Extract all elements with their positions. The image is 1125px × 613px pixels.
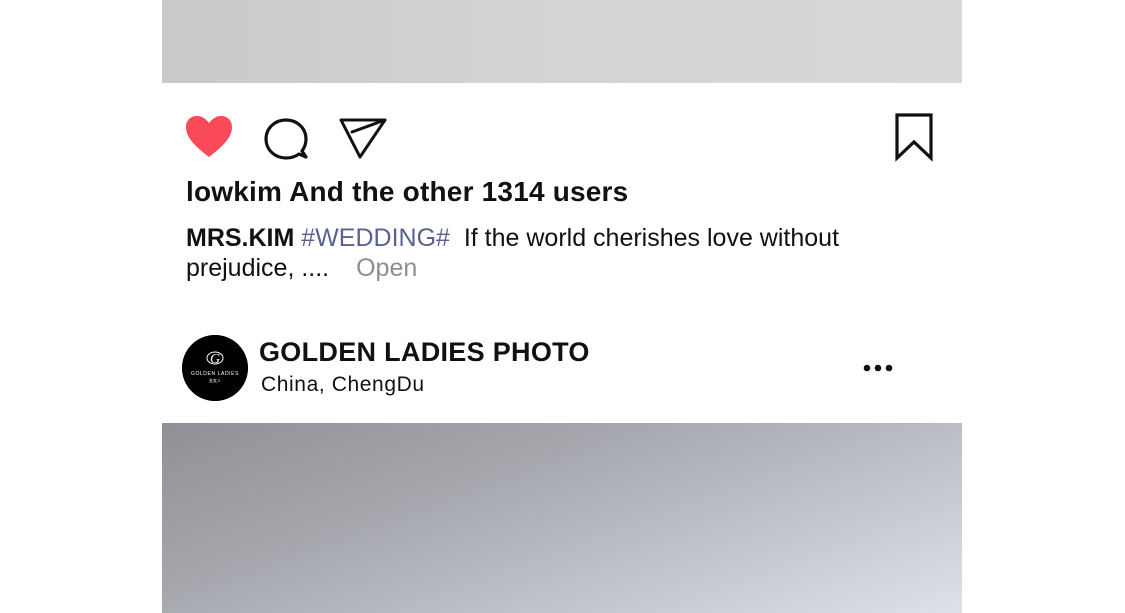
three-dots-icon — [863, 364, 893, 372]
more-options-button[interactable] — [860, 353, 900, 383]
likes-count-text[interactable]: And the other 1314 users — [289, 176, 628, 207]
post-photo-previous[interactable] — [162, 0, 962, 83]
account-name[interactable]: GOLDEN LADIES PHOTO — [259, 337, 590, 368]
post-action-bar — [162, 108, 962, 164]
avatar[interactable]: G GOLDEN LADIES 金女人 — [182, 335, 248, 401]
paper-plane-icon — [339, 118, 387, 159]
avatar-logo-subtext: 金女人 — [209, 377, 221, 383]
post-location[interactable]: China, ChengDu — [261, 373, 425, 397]
post-caption: MRS.KIM #WEDDING# If the world cherishes… — [186, 223, 886, 283]
bookmark-icon — [895, 113, 933, 162]
heart-filled-icon — [186, 116, 232, 157]
avatar-logo-text: GOLDEN LADIES — [191, 371, 239, 377]
likes-username[interactable]: lowkim — [186, 176, 282, 207]
like-button[interactable] — [184, 112, 234, 162]
golden-ladies-logo: G GOLDEN LADIES 金女人 — [182, 335, 248, 401]
likes-summary: lowkim And the other 1314 users — [186, 176, 628, 208]
post-header: G GOLDEN LADIES 金女人 GOLDEN LADIES PHOTO … — [162, 333, 962, 403]
share-button[interactable] — [338, 112, 388, 162]
post-photo-next[interactable] — [162, 423, 962, 613]
caption-hashtag[interactable]: #WEDDING# — [301, 224, 450, 252]
caption-author[interactable]: MRS.KIM — [186, 224, 294, 252]
comment-button[interactable] — [262, 114, 310, 162]
caption-more-link[interactable]: Open — [356, 254, 417, 282]
save-button[interactable] — [894, 112, 934, 162]
svg-text:G: G — [210, 352, 220, 367]
speech-bubble-icon — [264, 118, 308, 160]
feed: lowkim And the other 1314 users MRS.KIM … — [162, 0, 962, 613]
